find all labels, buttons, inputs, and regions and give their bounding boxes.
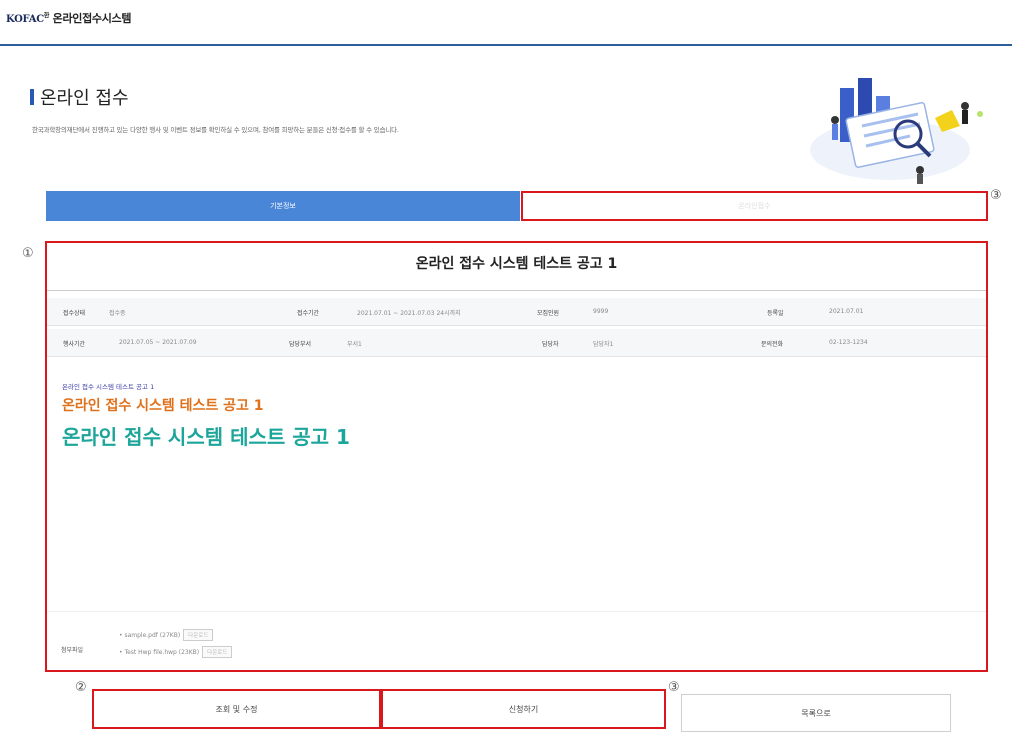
reg-date-value: 2021.07.01 — [829, 308, 864, 315]
hero-illustration — [810, 78, 983, 184]
download-button[interactable]: 다운로드 — [202, 646, 233, 658]
notice-title: 온라인 접수 시스템 테스트 공고 1 — [415, 256, 618, 272]
tab-basic-info[interactable]: 기본정보 — [46, 191, 520, 221]
apply-button[interactable]: 신청하기 — [381, 689, 666, 729]
annotation-marker-2: ② — [75, 680, 87, 695]
annotation-marker-1: ① — [22, 246, 34, 261]
attachment-filename[interactable]: • sample.pdf (27KB) — [119, 632, 180, 639]
info-row-1: 접수상태 접수중 접수기간 2021.07.01 ~ 2021.07.03 24… — [47, 298, 986, 326]
site-logo[interactable]: KOFAC한 온라인접수시스템 — [6, 10, 132, 26]
capacity-label: 모집인원 — [537, 310, 560, 317]
capacity-value: 9999 — [593, 308, 609, 315]
status-label: 접수상태 — [63, 310, 86, 317]
system-title: 온라인접수시스템 — [52, 12, 132, 25]
download-button[interactable]: 다운로드 — [183, 629, 214, 641]
phone-label: 문의전화 — [761, 341, 784, 348]
event-period-value: 2021.07.05 ~ 2021.07.09 — [119, 339, 197, 346]
annotation-marker-3-tab: ③ — [990, 188, 1002, 203]
manager-value: 담당자1 — [593, 341, 614, 348]
brand-name: KOFAC — [6, 14, 44, 25]
reg-date-label: 등록일 — [767, 310, 784, 317]
period-value: 2021.07.01 ~ 2021.07.03 24시까지 — [357, 310, 461, 317]
tab-online-application[interactable]: 온라인접수 — [521, 191, 988, 221]
department-value: 부서1 — [347, 341, 362, 348]
attachments-label: 첨부파일 — [61, 647, 84, 654]
event-period-label: 행사기간 — [63, 341, 86, 348]
period-label: 접수기간 — [297, 310, 320, 317]
attachment-item: • Test Hwp file.hwp (23KB) 다운로드 — [119, 646, 233, 658]
body-text-large: 온라인 접수 시스템 테스트 공고 1 — [62, 425, 350, 449]
notice-body: 온라인 접수 시스템 테스트 공고 1 온라인 접수 시스템 테스트 공고 1 … — [62, 381, 350, 450]
manager-label: 담당자 — [542, 341, 559, 348]
annotation-marker-3-button: ③ — [668, 680, 680, 695]
body-text-medium: 온라인 접수 시스템 테스트 공고 1 — [62, 398, 264, 414]
back-to-list-button[interactable]: 목록으로 — [681, 694, 951, 732]
page-description: 한국과학창의재단에서 진행하고 있는 다양한 행사 및 이벤트 정보를 확인하실… — [32, 126, 399, 134]
status-value: 접수중 — [109, 310, 126, 317]
brand-badge: 한 — [43, 12, 50, 20]
top-header: KOFAC한 온라인접수시스템 — [0, 0, 1012, 46]
body-text-small: 온라인 접수 시스템 테스트 공고 1 — [62, 383, 155, 391]
view-edit-button[interactable]: 조회 및 수정 — [92, 689, 381, 729]
title-accent-bar — [30, 89, 34, 105]
divider — [47, 290, 986, 291]
attachments-divider — [47, 611, 986, 612]
department-label: 담당부서 — [289, 341, 312, 348]
page-title-text: 온라인 접수 — [40, 88, 129, 109]
attachment-item: • sample.pdf (27KB) 다운로드 — [119, 629, 214, 641]
page-title: 온라인 접수 — [30, 84, 129, 110]
attachment-filename[interactable]: • Test Hwp file.hwp (23KB) — [119, 649, 199, 656]
info-row-2: 행사기간 2021.07.05 ~ 2021.07.09 담당부서 부서1 담당… — [47, 329, 986, 357]
phone-value: 02-123-1234 — [829, 339, 868, 346]
notice-detail-panel: 온라인 접수 시스템 테스트 공고 1 접수상태 접수중 접수기간 2021.0… — [45, 241, 988, 672]
